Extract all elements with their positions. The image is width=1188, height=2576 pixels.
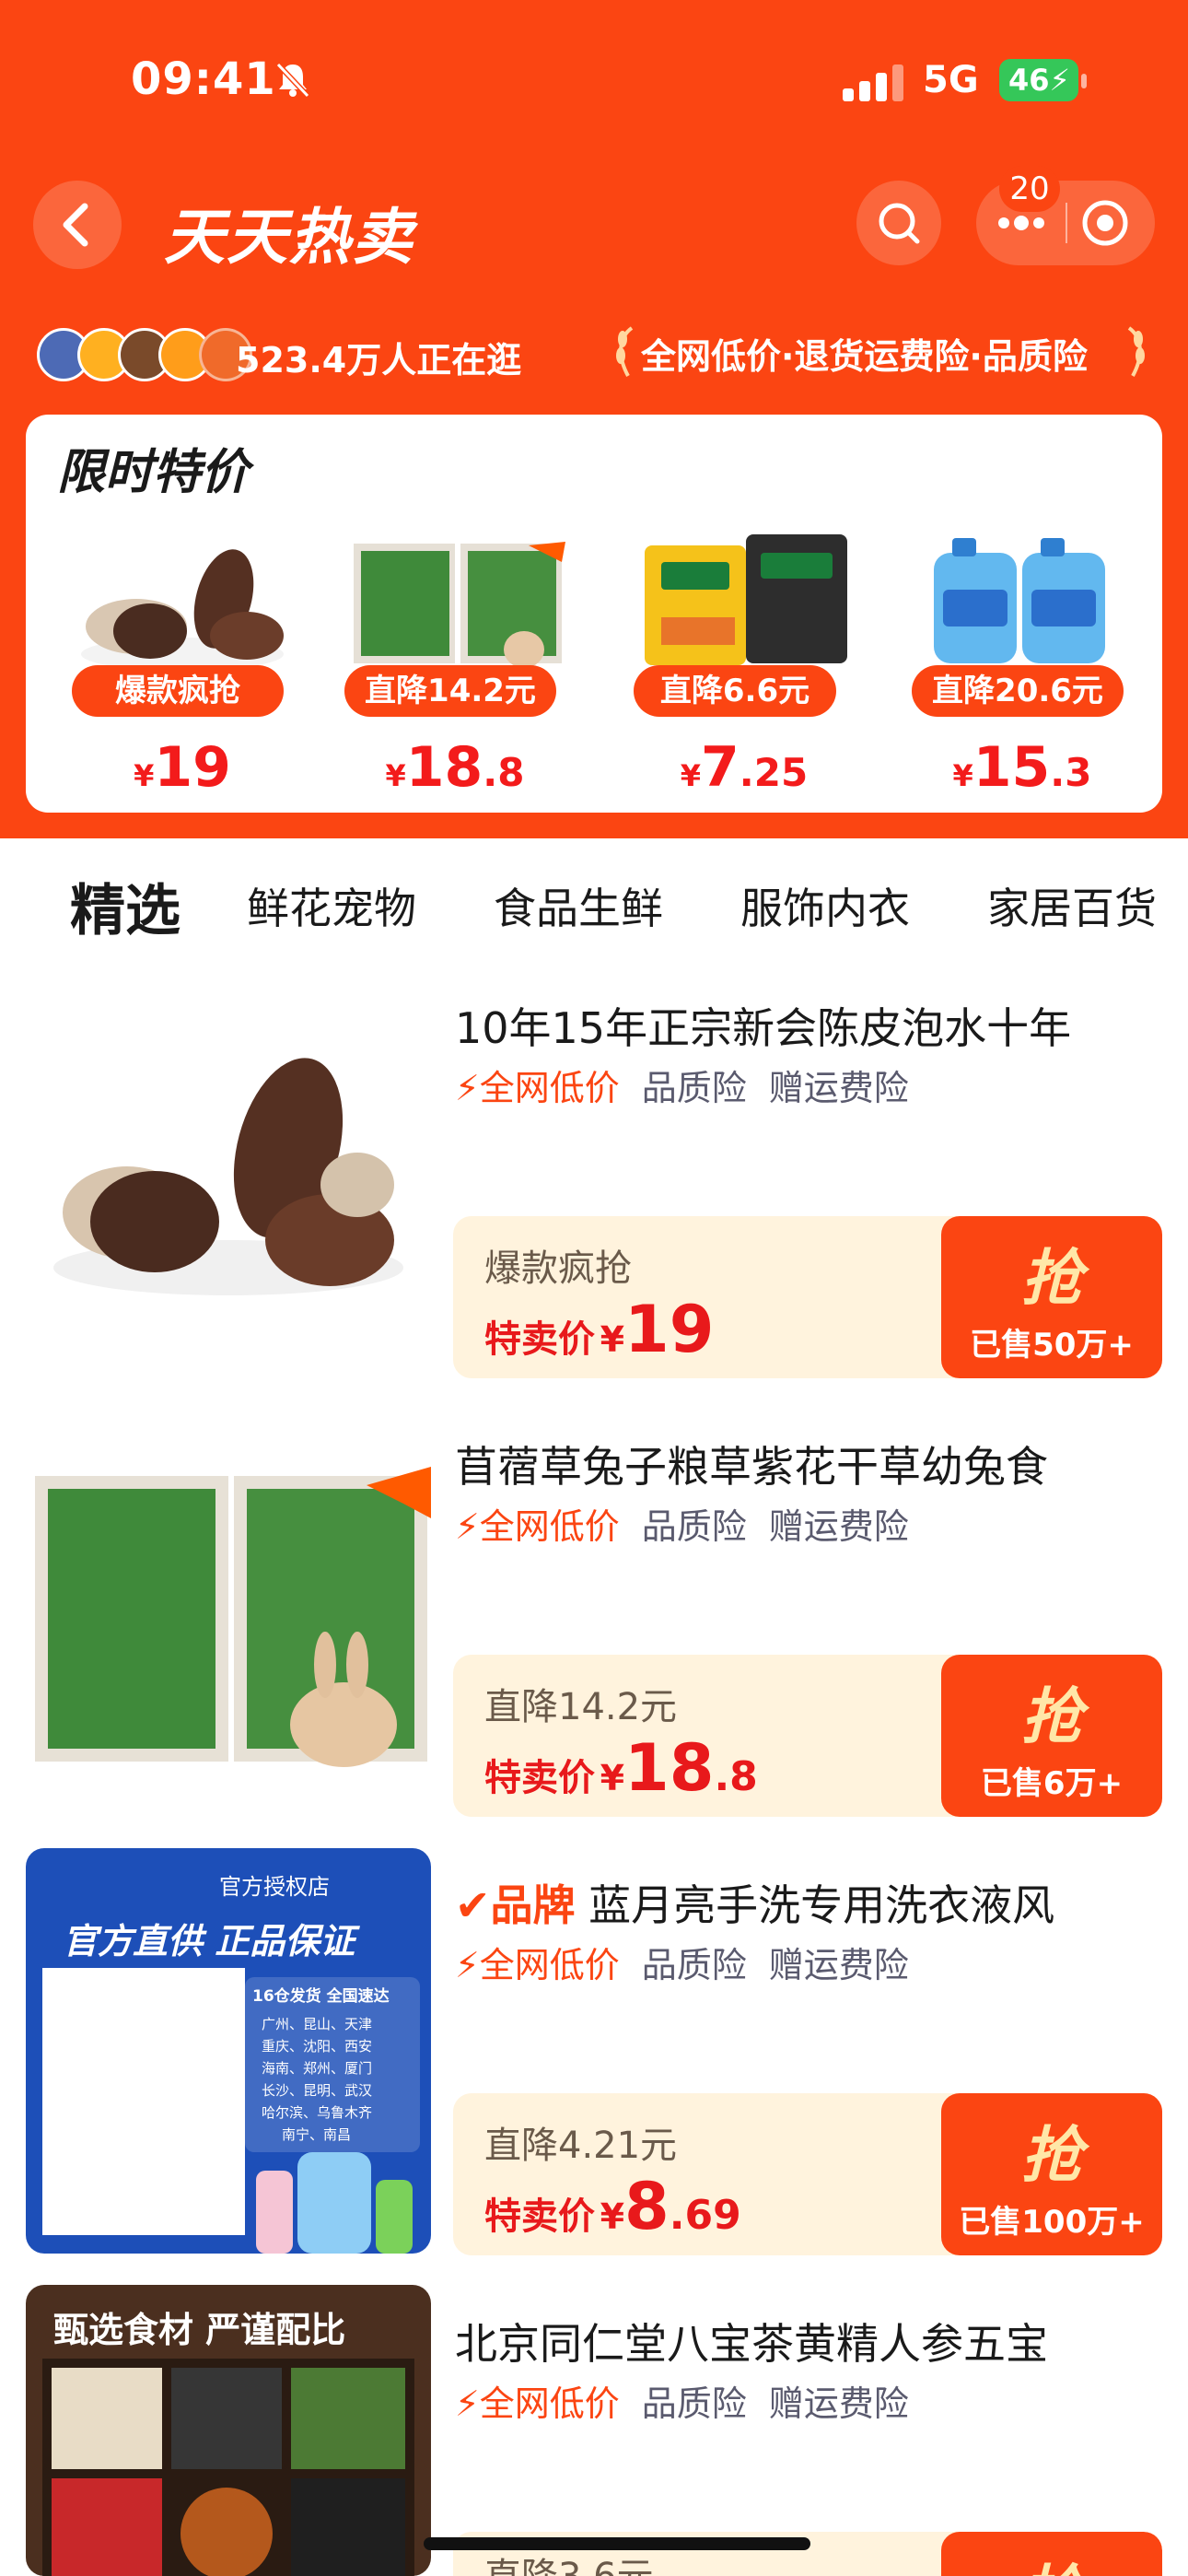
- grab-button[interactable]: 抢 已售100万+: [941, 2093, 1162, 2255]
- product-features: ⚡全网低价 品质险 赠运费险: [455, 1068, 909, 1108]
- deal-box[interactable]: 直降4.21元 特卖价 ¥8.69 抢 已售100万+: [453, 2093, 1162, 2255]
- image-tray: [42, 2359, 414, 2576]
- tab-home-goods[interactable]: 家居百货: [987, 875, 1188, 936]
- sold-count: 已售6万+: [980, 1765, 1124, 1802]
- notification-badge: 20: [999, 166, 1060, 212]
- grab-label: 抢: [1021, 1681, 1082, 1752]
- deal-tag: 直降3.6元: [484, 2547, 654, 2576]
- battery-level: 46: [1008, 63, 1050, 98]
- grab-label: 抢: [1021, 2120, 1082, 2191]
- flash-tag: 直降20.6元: [912, 665, 1124, 717]
- image-shipping-panel: 16仓发货 全国速达 广州、昆山、天津 重庆、沈阳、西安 海南、郑州、厦门 长沙…: [245, 1977, 420, 2152]
- image-shipping: 16仓发货 全国速达: [252, 1987, 390, 2006]
- image-city-line: 重庆、沈阳、西安: [262, 2038, 373, 2055]
- network-type: 5G: [923, 59, 979, 101]
- flash-price: ¥18.8: [385, 735, 525, 800]
- product-title-text: 蓝月亮手洗专用洗衣液风: [588, 1880, 1055, 1930]
- product-image-alfalfa: [26, 1430, 431, 1835]
- image-city-line: 南宁、南昌: [282, 2126, 352, 2143]
- grab-button[interactable]: 抢 已售6万+: [941, 1655, 1162, 1817]
- sold-count: 已售50万+: [970, 1327, 1134, 1364]
- product-title[interactable]: 10年15年正宗新会陈皮泡水十年: [455, 995, 1155, 1056]
- status-bar: 09:41 5G 46⚡: [0, 0, 1188, 157]
- product-title[interactable]: 苜蓿草兔子粮草紫花干草幼兔食: [455, 1434, 1155, 1494]
- deal-tag: 直降4.21元: [484, 2125, 678, 2167]
- sold-count: 已售100万+: [959, 2204, 1145, 2241]
- flash-item[interactable]: 爆款疯抢 ¥19: [72, 525, 293, 811]
- image-city-line: 长沙、昆明、武汉: [262, 2082, 373, 2099]
- deal-box[interactable]: 直降14.2元 特卖价 ¥18.8 抢 已售6万+: [453, 1655, 1162, 1817]
- status-time: 09:41: [131, 53, 276, 105]
- flash-tag: 直降6.6元: [634, 665, 836, 717]
- product-features: ⚡全网低价 品质险 赠运费险: [455, 1945, 909, 1985]
- lightning-icon: ⚡: [455, 2383, 480, 2424]
- deal-box[interactable]: 爆款疯抢 特卖价 ¥19 抢 已售50万+: [453, 1216, 1162, 1378]
- capsule-divider: [1066, 203, 1067, 243]
- flash-price: ¥19: [134, 735, 231, 800]
- product-image-detergent: [934, 538, 1105, 663]
- product-image-snack: [645, 534, 847, 665]
- back-button[interactable]: [33, 181, 122, 269]
- grab-button[interactable]: 抢: [941, 2532, 1162, 2576]
- grab-button[interactable]: 抢 已售50万+: [941, 1216, 1162, 1378]
- search-icon: [879, 203, 920, 244]
- visitor-avatars: [37, 328, 258, 383]
- grab-label: 抢: [941, 2545, 1162, 2576]
- product-image-chenpi: [26, 991, 431, 1397]
- tab-food-fresh[interactable]: 食品生鲜: [494, 875, 663, 936]
- flash-tag: 直降14.2元: [344, 665, 556, 717]
- product-image-alfalfa: [354, 542, 565, 668]
- image-certificate: [42, 1968, 245, 2235]
- flash-price: ¥7.25: [680, 735, 809, 800]
- product-title[interactable]: ✔品牌 蓝月亮手洗专用洗衣液风: [455, 1872, 1155, 1933]
- page-title: 天天热卖: [164, 202, 414, 273]
- deal-price: 特卖价 ¥18.8: [484, 1730, 758, 1806]
- laurel-right-icon: [1127, 326, 1145, 377]
- deal-price: 特卖价 ¥19: [484, 1292, 715, 1367]
- chevron-left-icon: [63, 203, 88, 247]
- battery-icon: 46⚡: [999, 59, 1078, 101]
- deal-price: 特卖价 ¥8.69: [484, 2169, 741, 2244]
- flash-sale-title: 限时特价: [57, 445, 250, 500]
- image-city-line: 海南、郑州、厦门: [262, 2060, 373, 2077]
- flash-item[interactable]: 直降14.2元 ¥18.8: [344, 525, 565, 811]
- grab-label: 抢: [1021, 1243, 1082, 1314]
- flash-item[interactable]: 直降20.6元 ¥15.3: [912, 525, 1133, 811]
- signal-icon: [843, 64, 903, 101]
- deal-tag: 爆款疯抢: [484, 1247, 632, 1290]
- product-image-chenpi: [81, 549, 284, 671]
- flash-tag: 爆款疯抢: [72, 665, 284, 717]
- visitor-count: 523.4万人正在逛: [236, 340, 522, 381]
- tab-featured[interactable]: 精选: [70, 866, 181, 946]
- image-store-label: 官方授权店: [219, 1874, 330, 1900]
- tab-flowers-pets[interactable]: 鲜花宠物: [247, 875, 416, 936]
- image-city-line: 哈尔滨、乌鲁木齐: [262, 2104, 373, 2121]
- deal-tag: 直降14.2元: [484, 1686, 678, 1728]
- laurel-left-icon: [616, 326, 634, 377]
- tab-clothing[interactable]: 服饰内衣: [740, 875, 910, 936]
- product-features: ⚡全网低价 品质险 赠运费险: [455, 1506, 909, 1547]
- product-features: ⚡全网低价 品质险 赠运费险: [455, 2383, 909, 2424]
- lightning-icon: ⚡: [455, 1945, 480, 1985]
- detergent-bottles: [256, 2152, 413, 2254]
- product-image-tea: 甄选食材 严谨配比: [26, 2285, 431, 2576]
- image-banner: 甄选食材 严谨配比: [53, 2310, 346, 2350]
- flash-price: ¥15.3: [952, 735, 1092, 800]
- flash-item[interactable]: 直降6.6元 ¥7.25: [634, 525, 855, 811]
- home-indicator[interactable]: [424, 2537, 810, 2550]
- brand-check-icon: ✔: [455, 1880, 491, 1930]
- lightning-icon: ⚡: [455, 1068, 480, 1108]
- close-target-icon[interactable]: [1079, 197, 1131, 249]
- search-button[interactable]: [856, 181, 941, 265]
- product-title[interactable]: 北京同仁堂八宝茶黄精人参五宝: [455, 2311, 1155, 2371]
- image-city-line: 广州、昆山、天津: [262, 2016, 373, 2032]
- guarantee-text: 全网低价·退货运费险·品质险: [641, 336, 1088, 377]
- image-banner: 官方直供 正品保证: [63, 1921, 355, 1961]
- brand-tag: 品牌: [490, 1880, 576, 1930]
- mute-bell-icon: [275, 62, 310, 99]
- lightning-icon: ⚡: [455, 1506, 480, 1547]
- battery-cap: [1081, 74, 1087, 88]
- product-image-detergent: 官方授权店 官方直供 正品保证 16仓发货 全国速达 广州、昆山、天津 重庆、沈…: [26, 1848, 431, 2254]
